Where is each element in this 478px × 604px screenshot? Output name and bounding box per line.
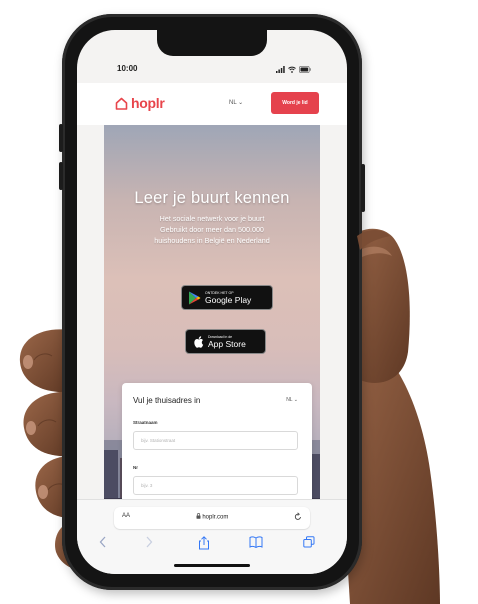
status-icons: [276, 66, 311, 73]
address-form-title: Vul je thuisadres in: [133, 396, 201, 405]
share-icon[interactable]: [198, 536, 210, 550]
status-time: 10:00: [117, 64, 138, 73]
reload-icon[interactable]: [294, 512, 302, 521]
hero-subtitle-line: huishoudens in België en Nederland: [154, 236, 270, 245]
hoplr-logo[interactable]: hoplr: [115, 95, 165, 111]
chevron-down-icon: ⌄: [293, 397, 298, 403]
house-icon: [115, 97, 128, 110]
status-bar: 10:00: [77, 64, 347, 78]
home-indicator: [174, 564, 250, 567]
browser-bottom-bar: AA hoplr.com: [77, 499, 347, 574]
logo-text: hoplr: [131, 95, 165, 111]
chevron-down-icon: ⌄: [238, 100, 244, 106]
google-play-badge[interactable]: ONTDEK HET OP Google Play: [181, 285, 273, 310]
lock-icon: [196, 513, 201, 519]
hero-subtitle-line: Gebruikt door meer dan 500.000: [160, 225, 264, 234]
street-placeholder: bijv. Stationstraat: [141, 438, 176, 443]
browser-toolbar: [77, 534, 347, 554]
app-store-big: App Store: [208, 338, 246, 349]
hero-subtitle-line: Het sociale netwerk voor je buurt: [159, 214, 265, 223]
notch: [157, 30, 267, 56]
phone-screen: 10:00 hoplr NL ⌄ Word je lid Leer je buu…: [77, 30, 347, 574]
street-input[interactable]: bijv. Stationstraat: [133, 431, 298, 450]
back-icon[interactable]: [99, 536, 107, 548]
url-text: hoplr.com: [202, 514, 229, 521]
tabs-icon[interactable]: [303, 536, 315, 548]
address-bar[interactable]: AA hoplr.com: [114, 507, 310, 529]
language-code: NL: [229, 100, 237, 106]
app-store-badge[interactable]: Download in de App Store: [185, 329, 266, 354]
hero-title: Leer je buurt kennen: [134, 189, 290, 207]
wifi-icon: [288, 66, 296, 73]
google-play-icon: [189, 291, 201, 304]
google-play-text: ONTDEK HET OP Google Play: [205, 291, 251, 305]
form-language-code: NL: [286, 397, 293, 403]
volume-button: [59, 124, 63, 152]
app-store-text: Download in de App Store: [208, 335, 246, 349]
forward-icon[interactable]: [145, 536, 153, 548]
street-label: Straatnaam: [133, 420, 158, 425]
number-label: Nr: [133, 465, 139, 470]
volume-button: [59, 162, 63, 190]
apple-icon: [194, 335, 204, 348]
form-language-selector[interactable]: NL ⌄: [286, 397, 298, 403]
number-placeholder: bijv. 3: [141, 483, 153, 488]
site-header: hoplr NL ⌄ Word je lid: [77, 83, 347, 125]
power-button: [361, 164, 365, 212]
google-play-big: Google Play: [205, 294, 252, 305]
hero-subtitle: Het sociale netwerk voor je buurt Gebrui…: [112, 213, 312, 246]
language-selector[interactable]: NL ⌄: [229, 99, 243, 106]
bookmarks-icon[interactable]: [249, 536, 263, 548]
url-display: hoplr.com: [114, 513, 310, 521]
signal-icon: [276, 66, 285, 73]
number-input[interactable]: bijv. 3: [133, 476, 298, 495]
join-button[interactable]: Word je lid: [271, 92, 319, 114]
battery-icon: [299, 66, 311, 73]
phone-frame: 10:00 hoplr NL ⌄ Word je lid Leer je buu…: [59, 14, 365, 590]
